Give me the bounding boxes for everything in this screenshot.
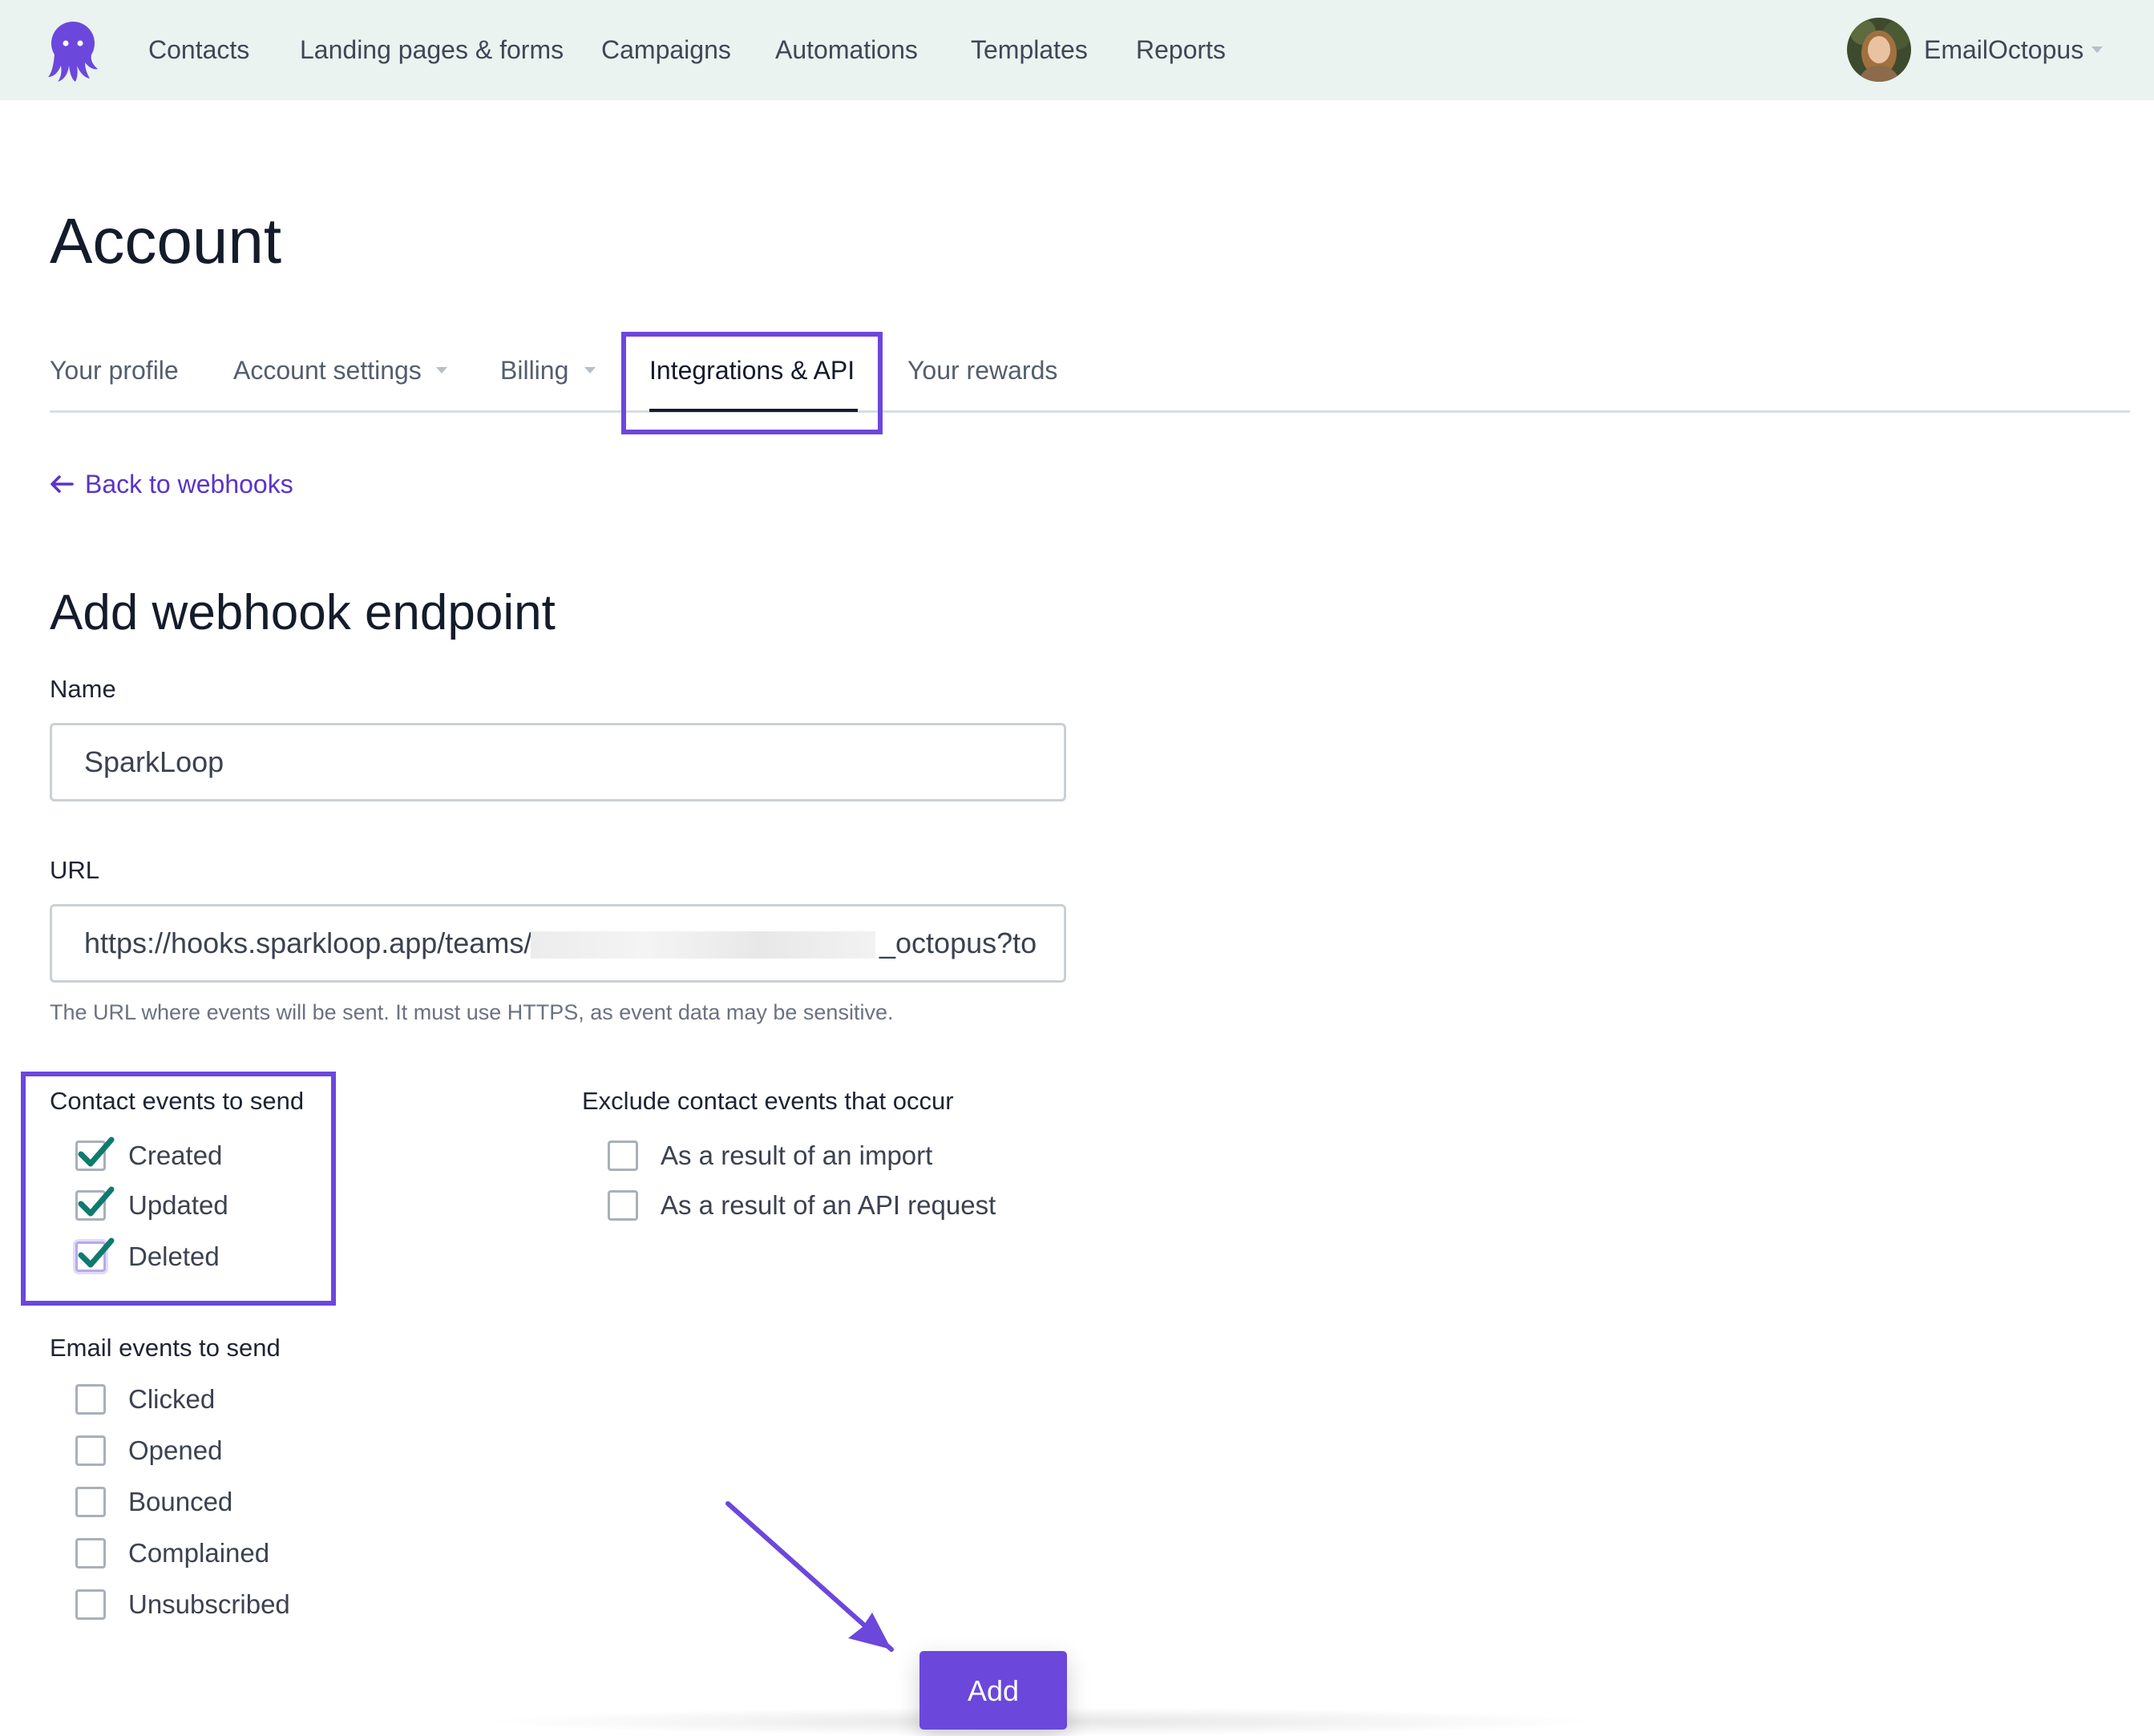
checkbox-box[interactable] [608,1141,638,1171]
arrow-left-icon [51,475,74,493]
checkbox-label: As a result of an API request [661,1190,996,1220]
checkmark-icon [78,1186,115,1217]
contact-events-label: Contact events to send [50,1087,305,1115]
tab-your-rewards[interactable]: Your rewards [907,353,1057,388]
checkbox-box[interactable] [75,1435,106,1466]
back-link-label: Back to webhooks [85,470,293,499]
checkbox-created[interactable]: Created [75,1136,223,1173]
checkbox-label: Opened [128,1435,223,1465]
checkbox-label: Unsubscribed [128,1589,290,1619]
form-title: Add webhook endpoint [50,585,556,640]
name-label: Name [50,675,116,703]
nav-landing-pages-forms[interactable]: Landing pages & forms [300,32,564,67]
annotation-arrow-icon [725,1501,894,1652]
checkbox-label: Clicked [128,1384,216,1414]
tab-your-profile[interactable]: Your profile [50,353,179,388]
url-label: URL [50,856,100,884]
nav-campaigns[interactable]: Campaigns [601,32,731,67]
checkbox-deleted[interactable]: Deleted [75,1237,220,1274]
checkmark-icon [78,1136,115,1167]
checkbox-box[interactable] [75,1237,115,1272]
checkbox-box[interactable] [75,1186,115,1221]
top-navigation-bar: Contacts Landing pages & forms Campaigns… [0,0,2154,100]
checkbox-label: Complained [128,1538,270,1568]
checkbox-box[interactable] [75,1487,106,1517]
checkbox-box[interactable] [75,1538,106,1568]
checkbox-exclude-import[interactable]: As a result of an import [608,1138,932,1173]
nav-contacts[interactable]: Contacts [148,32,249,67]
avatar[interactable] [1847,18,1911,82]
checkbox-box[interactable] [75,1136,115,1171]
page-title: Account [50,205,282,277]
url-help-text: The URL where events will be sent. It mu… [50,1000,894,1024]
redacted-url-segment [531,931,875,959]
checkbox-clicked[interactable]: Clicked [75,1382,215,1417]
checkbox-box[interactable] [75,1589,106,1620]
url-value-start: https://hooks.sparkloop.app/teams/ [84,927,532,959]
back-to-webhooks-link[interactable]: Back to webhooks [50,466,293,502]
checkbox-bounced[interactable]: Bounced [75,1484,232,1520]
checkbox-opened[interactable]: Opened [75,1433,222,1468]
tab-billing[interactable]: Billing [500,353,568,388]
exclude-events-label: Exclude contact events that occur [582,1087,954,1115]
url-value-end: _octopus?to [879,927,1037,959]
checkbox-updated[interactable]: Updated [75,1186,228,1223]
email-events-label: Email events to send [50,1334,281,1362]
checkmark-icon [78,1237,115,1268]
tabs-divider [50,410,2130,413]
chevron-down-icon[interactable] [584,367,596,373]
nav-templates[interactable]: Templates [971,32,1088,67]
checkbox-box[interactable] [608,1190,638,1221]
checkbox-label: Created [128,1141,223,1170]
checkbox-exclude-api-request[interactable]: As a result of an API request [608,1188,996,1223]
checkbox-label: As a result of an import [661,1141,933,1170]
chevron-down-icon[interactable] [2091,46,2103,53]
nav-reports[interactable]: Reports [1136,32,1226,67]
checkbox-label: Bounced [128,1487,233,1516]
name-input[interactable] [50,723,1066,801]
add-button[interactable]: Add [919,1651,1067,1730]
checkbox-label: Updated [128,1190,228,1220]
checkbox-complained[interactable]: Complained [75,1536,269,1571]
octopus-logo-icon[interactable] [46,19,99,83]
tab-account-settings[interactable]: Account settings [233,353,422,388]
checkbox-box[interactable] [75,1384,106,1415]
chevron-down-icon[interactable] [436,367,447,373]
checkbox-label: Deleted [128,1241,220,1271]
nav-automations[interactable]: Automations [775,32,918,67]
checkbox-unsubscribed[interactable]: Unsubscribed [75,1587,290,1622]
annotation-highlight-tab [621,332,883,434]
account-menu-name[interactable]: EmailOctopus [1924,32,2083,67]
